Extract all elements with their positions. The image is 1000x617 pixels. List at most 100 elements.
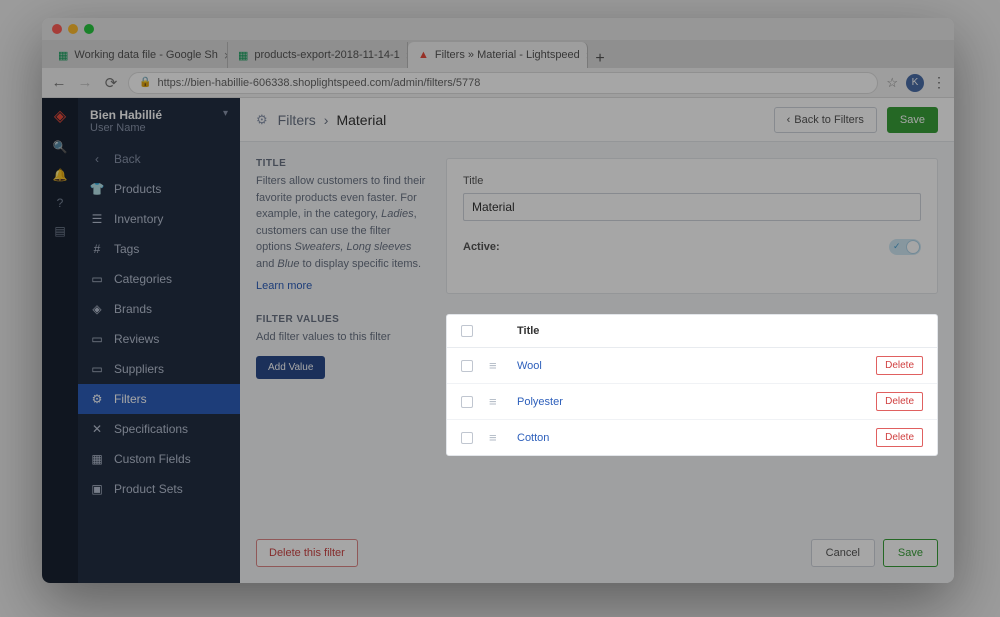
user-avatar[interactable]: K xyxy=(906,74,924,92)
browser-tab-2[interactable]: ▲ Filters » Material - Lightspeed × xyxy=(408,42,588,68)
save-button-footer[interactable]: Save xyxy=(883,539,938,567)
delete-row-button[interactable]: Delete xyxy=(876,356,923,375)
delete-filter-button[interactable]: Delete this filter xyxy=(256,539,358,567)
select-all-checkbox[interactable] xyxy=(461,325,473,337)
nav-label: Filters xyxy=(114,392,147,406)
tab-label: Working data file - Google Sh xyxy=(74,49,217,61)
reload-button[interactable]: ⟳ xyxy=(102,74,120,92)
chevron-right-icon: › xyxy=(324,112,329,128)
filter-value-link[interactable]: Polyester xyxy=(517,396,563,408)
drag-handle-icon[interactable]: ≡ xyxy=(489,430,495,445)
shop-name: Bien Habillié xyxy=(90,108,162,122)
close-window[interactable] xyxy=(52,24,62,34)
nav-reviews[interactable]: ▭ Reviews xyxy=(78,324,240,354)
tshirt-icon: 👕 xyxy=(90,182,104,196)
sheets-icon: ▦ xyxy=(238,49,248,61)
window-controls xyxy=(42,18,954,40)
tab-label: products-export-2018-11-14-1 xyxy=(254,49,399,61)
nav-filters[interactable]: ⚙ Filters xyxy=(78,384,240,414)
diamond-icon: ◈ xyxy=(90,302,104,316)
back-button[interactable]: ← xyxy=(50,74,68,91)
row-checkbox[interactable] xyxy=(461,432,473,444)
nav-back[interactable]: ‹ Back xyxy=(78,144,240,174)
toggle-knob xyxy=(906,240,920,254)
breadcrumb: Filters › Material xyxy=(278,112,764,128)
values-section-heading: FILTER VALUES xyxy=(256,314,426,325)
apps-icon[interactable]: ▤ xyxy=(54,224,65,238)
breadcrumb-parent[interactable]: Filters xyxy=(278,112,316,128)
nav-categories[interactable]: ▭ Categories xyxy=(78,264,240,294)
help-icon[interactable]: ? xyxy=(57,196,64,210)
save-button[interactable]: Save xyxy=(887,107,938,133)
bookmark-button[interactable]: ☆ xyxy=(886,75,898,91)
add-value-button[interactable]: Add Value xyxy=(256,356,325,379)
minimize-window[interactable] xyxy=(68,24,78,34)
shop-selector[interactable]: Bien Habillié User Name ▾ xyxy=(78,98,240,144)
title-section-description: Filters allow customers to find their fa… xyxy=(256,173,426,272)
drag-handle-icon[interactable]: ≡ xyxy=(489,394,495,409)
table-row: ≡ Cotton Delete xyxy=(447,420,937,455)
browser-menu-button[interactable]: ⋮ xyxy=(932,74,946,91)
title-label: Title xyxy=(463,175,921,187)
browser-tab-0[interactable]: ▦ Working data file - Google Sh × xyxy=(48,42,228,68)
nav-specifications[interactable]: ✕ Specifications xyxy=(78,414,240,444)
chevron-left-icon: ‹ xyxy=(787,114,791,126)
grid-icon: ▦ xyxy=(90,452,104,466)
nav-label: Product Sets xyxy=(114,482,183,496)
folder-icon: ▭ xyxy=(90,272,104,286)
chevron-left-icon: ‹ xyxy=(90,152,104,166)
search-icon[interactable]: 🔍 xyxy=(53,140,68,154)
nav-inventory[interactable]: ☰ Inventory xyxy=(78,204,240,234)
table-header: Title xyxy=(447,315,937,348)
nav-label: Back xyxy=(114,152,141,166)
delete-row-button[interactable]: Delete xyxy=(876,392,923,411)
forward-button[interactable]: → xyxy=(76,74,94,91)
back-to-filters-button[interactable]: ‹ Back to Filters xyxy=(774,107,877,133)
drag-handle-icon[interactable]: ≡ xyxy=(489,358,495,373)
bell-icon[interactable]: 🔔 xyxy=(53,168,68,182)
chat-icon: ▭ xyxy=(90,332,104,346)
title-input[interactable] xyxy=(463,193,921,221)
nav-brands[interactable]: ◈ Brands xyxy=(78,294,240,324)
maximize-window[interactable] xyxy=(84,24,94,34)
page-header: ⚙ Filters › Material ‹ Back to Filters S… xyxy=(240,98,954,142)
sidebar: Bien Habillié User Name ▾ ‹ Back 👕 Produ… xyxy=(78,98,240,583)
url-input[interactable]: 🔒 https://bien-habillie-606338.shoplight… xyxy=(128,72,878,94)
inventory-icon: ☰ xyxy=(90,212,104,226)
url-text: https://bien-habillie-606338.shoplightsp… xyxy=(157,77,480,89)
row-checkbox[interactable] xyxy=(461,360,473,372)
filter-value-link[interactable]: Wool xyxy=(517,360,542,372)
truck-icon: ▭ xyxy=(90,362,104,376)
delete-row-button[interactable]: Delete xyxy=(876,428,923,447)
values-section-description: Add filter values to this filter xyxy=(256,329,426,346)
nav-label: Categories xyxy=(114,272,172,286)
row-checkbox[interactable] xyxy=(461,396,473,408)
nav-custom-fields[interactable]: ▦ Custom Fields xyxy=(78,444,240,474)
nav-tags[interactable]: # Tags xyxy=(78,234,240,264)
icon-rail: ◈ 🔍 🔔 ? ▤ xyxy=(42,98,78,583)
flame-icon: ▲ xyxy=(418,49,429,61)
nav-label: Reviews xyxy=(114,332,159,346)
learn-more-link[interactable]: Learn more xyxy=(256,280,312,292)
hash-icon: # xyxy=(90,242,104,256)
sliders-icon: ⚙ xyxy=(256,112,268,128)
nav-product-sets[interactable]: ▣ Product Sets xyxy=(78,474,240,504)
filter-value-link[interactable]: Cotton xyxy=(517,432,549,444)
active-toggle[interactable]: ✓ xyxy=(889,239,921,255)
cancel-button[interactable]: Cancel xyxy=(811,539,875,567)
nav-suppliers[interactable]: ▭ Suppliers xyxy=(78,354,240,384)
new-tab-button[interactable]: + xyxy=(588,50,612,68)
nav-products[interactable]: 👕 Products xyxy=(78,174,240,204)
browser-tab-bar: ▦ Working data file - Google Sh × ▦ prod… xyxy=(42,40,954,68)
title-section-heading: TITLE xyxy=(256,158,426,169)
nav-label: Products xyxy=(114,182,161,196)
table-row: ≡ Wool Delete xyxy=(447,348,937,384)
nav-label: Specifications xyxy=(114,422,188,436)
column-title: Title xyxy=(517,325,863,337)
user-name: User Name xyxy=(90,122,162,134)
browser-tab-1[interactable]: ▦ products-export-2018-11-14-1 × xyxy=(228,42,408,68)
check-icon: ✓ xyxy=(893,241,901,252)
lightspeed-logo-icon[interactable]: ◈ xyxy=(54,106,66,126)
wrench-icon: ✕ xyxy=(90,422,104,436)
nav-label: Brands xyxy=(114,302,152,316)
